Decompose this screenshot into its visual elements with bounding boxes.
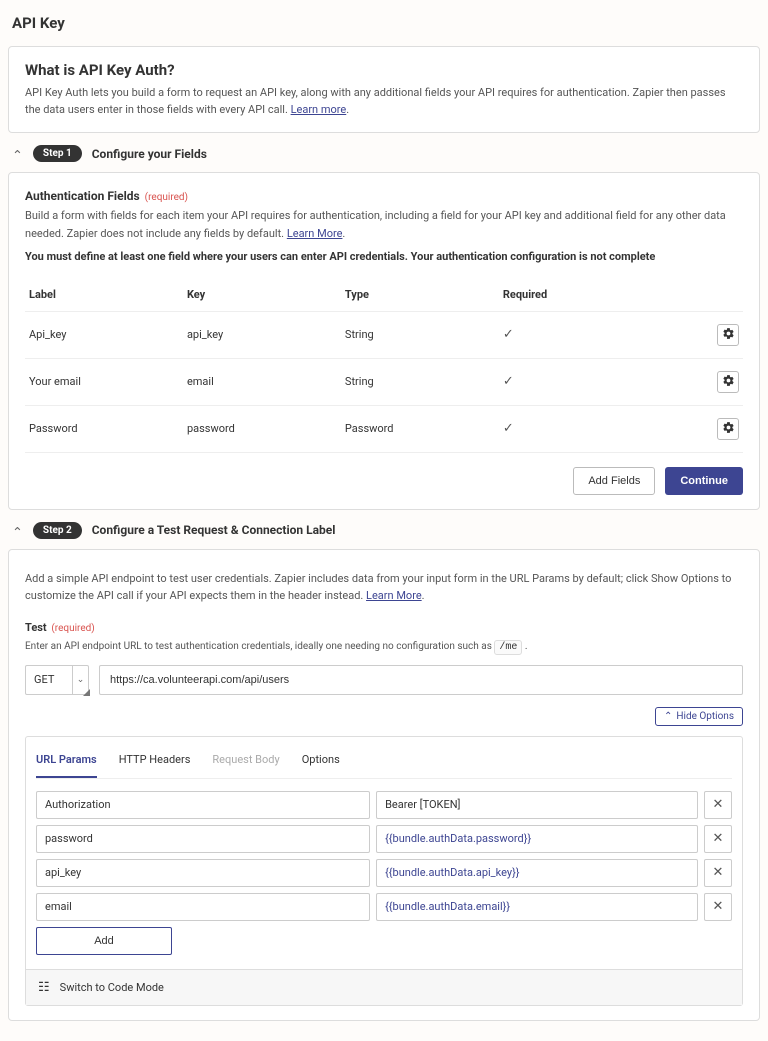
step2-header: ⌄ Step 2 Configure a Test Request & Conn… xyxy=(8,522,760,549)
step2-desc: Add a simple API endpoint to test user c… xyxy=(25,570,743,605)
step1-pill: Step 1 xyxy=(33,145,82,162)
request-row: GET ⌄ xyxy=(25,665,743,695)
intro-learn-more-link[interactable]: Learn more xyxy=(291,103,347,116)
me-chip: /me xyxy=(494,640,522,655)
table-row: Your emailemailString ✓ xyxy=(25,358,743,405)
gear-button[interactable] xyxy=(717,324,739,346)
intro-card: What is API Key Auth? API Key Auth lets … xyxy=(8,46,760,133)
required-tag: (required) xyxy=(51,623,94,634)
page-title: API Key xyxy=(12,14,760,32)
param-row: api_key{{bundle.authData.api_key}} ✕ xyxy=(36,859,732,887)
add-param-button[interactable]: Add xyxy=(36,927,172,955)
code-mode-label: Switch to Code Mode xyxy=(60,981,164,994)
param-row: email{{bundle.authData.email}} ✕ xyxy=(36,893,732,921)
tab-options[interactable]: Options xyxy=(302,747,340,778)
param-key-input[interactable]: Authorization xyxy=(36,791,370,819)
step1-body: Authentication Fields (required) Build a… xyxy=(8,172,760,510)
col-type: Type xyxy=(341,282,499,312)
field-key: email xyxy=(183,358,341,405)
field-label: Password xyxy=(25,405,183,452)
param-row: AuthorizationBearer [TOKEN] ✕ xyxy=(36,791,732,819)
close-icon: ✕ xyxy=(713,831,724,846)
gear-icon xyxy=(722,374,735,390)
resize-handle-icon[interactable] xyxy=(83,689,90,696)
intro-title: What is API Key Auth? xyxy=(25,61,743,79)
field-label: Your email xyxy=(25,358,183,405)
fields-table: Label Key Type Required Api_keyapi_keySt… xyxy=(25,282,743,453)
chevron-down-icon[interactable]: ⌄ xyxy=(12,146,23,161)
col-required: Required xyxy=(499,282,671,312)
chevron-up-icon: ⌃ xyxy=(664,711,672,722)
step2-learn-more-link[interactable]: Learn More xyxy=(366,589,422,602)
add-fields-button[interactable]: Add Fields xyxy=(573,467,655,495)
remove-param-button[interactable]: ✕ xyxy=(704,791,732,819)
check-icon: ✓ xyxy=(503,374,514,389)
param-key-input[interactable]: email xyxy=(36,893,370,921)
gear-button[interactable] xyxy=(717,371,739,393)
close-icon: ✕ xyxy=(713,865,724,880)
step1-learn-more-link[interactable]: Learn More xyxy=(287,227,343,240)
check-icon: ✓ xyxy=(503,421,514,436)
step2-title: Configure a Test Request & Connection La… xyxy=(92,523,336,537)
step2-section: ⌄ Step 2 Configure a Test Request & Conn… xyxy=(8,522,760,1021)
auth-fields-heading: Authentication Fields xyxy=(25,189,140,203)
step2-pill: Step 2 xyxy=(33,522,82,539)
table-row: Api_keyapi_keyString ✓ xyxy=(25,311,743,358)
param-key-input[interactable]: api_key xyxy=(36,859,370,887)
param-value-input[interactable]: {{bundle.authData.api_key}} xyxy=(376,859,698,887)
param-value-input[interactable]: Bearer [TOKEN] xyxy=(376,791,698,819)
check-icon: ✓ xyxy=(503,327,514,342)
step1-section: ⌄ Step 1 Configure your Fields Authentic… xyxy=(8,145,760,510)
table-row: PasswordpasswordPassword ✓ xyxy=(25,405,743,452)
close-icon: ✕ xyxy=(713,797,724,812)
tabs: URL Params HTTP Headers Request Body Opt… xyxy=(36,747,732,779)
method-select[interactable]: GET ⌄ xyxy=(25,665,89,695)
intro-body: API Key Auth lets you build a form to re… xyxy=(25,86,726,116)
hide-options-label: Hide Options xyxy=(676,711,734,722)
test-heading: Test xyxy=(25,621,47,634)
field-type: String xyxy=(341,311,499,358)
options-panel: URL Params HTTP Headers Request Body Opt… xyxy=(25,736,743,1006)
field-type: Password xyxy=(341,405,499,452)
intro-text: API Key Auth lets you build a form to re… xyxy=(25,85,743,118)
remove-param-button[interactable]: ✕ xyxy=(704,893,732,921)
gear-icon xyxy=(722,421,735,437)
param-row: password{{bundle.authData.password}} ✕ xyxy=(36,825,732,853)
tab-url-params[interactable]: URL Params xyxy=(36,747,97,778)
tab-request-body[interactable]: Request Body xyxy=(212,747,279,778)
step1-title: Configure your Fields xyxy=(92,147,207,161)
step1-header: ⌄ Step 1 Configure your Fields xyxy=(8,145,760,172)
test-desc: Enter an API endpoint URL to test authen… xyxy=(25,640,743,655)
field-key: api_key xyxy=(183,311,341,358)
tab-http-headers[interactable]: HTTP Headers xyxy=(119,747,191,778)
code-mode-bar[interactable]: ☷ Switch to Code Mode xyxy=(26,969,742,1005)
remove-param-button[interactable]: ✕ xyxy=(704,825,732,853)
step1-buttons: Add Fields Continue xyxy=(25,467,743,495)
col-label: Label xyxy=(25,282,183,312)
desc1-text: Build a form with fields for each item y… xyxy=(25,209,726,240)
param-key-input[interactable]: password xyxy=(36,825,370,853)
list-icon: ☷ xyxy=(38,980,50,995)
required-tag: (required) xyxy=(145,192,188,203)
method-value: GET xyxy=(34,673,54,686)
hide-options-button[interactable]: ⌃ Hide Options xyxy=(655,707,743,726)
test-desc-pre: Enter an API endpoint URL to test authen… xyxy=(25,641,492,652)
remove-param-button[interactable]: ✕ xyxy=(704,859,732,887)
field-type: String xyxy=(341,358,499,405)
gear-button[interactable] xyxy=(717,418,739,440)
param-value-input[interactable]: {{bundle.authData.password}} xyxy=(376,825,698,853)
col-key: Key xyxy=(183,282,341,312)
field-key: password xyxy=(183,405,341,452)
field-label: Api_key xyxy=(25,311,183,358)
continue-button[interactable]: Continue xyxy=(665,467,743,495)
close-icon: ✕ xyxy=(713,899,724,914)
auth-fields-desc1: Build a form with fields for each item y… xyxy=(25,207,743,242)
param-value-input[interactable]: {{bundle.authData.email}} xyxy=(376,893,698,921)
gear-icon xyxy=(722,327,735,343)
chevron-down-icon[interactable]: ⌄ xyxy=(12,523,23,538)
url-input[interactable] xyxy=(99,665,743,695)
step2-body: Add a simple API endpoint to test user c… xyxy=(8,549,760,1021)
auth-fields-desc2: You must define at least one field where… xyxy=(25,248,743,266)
